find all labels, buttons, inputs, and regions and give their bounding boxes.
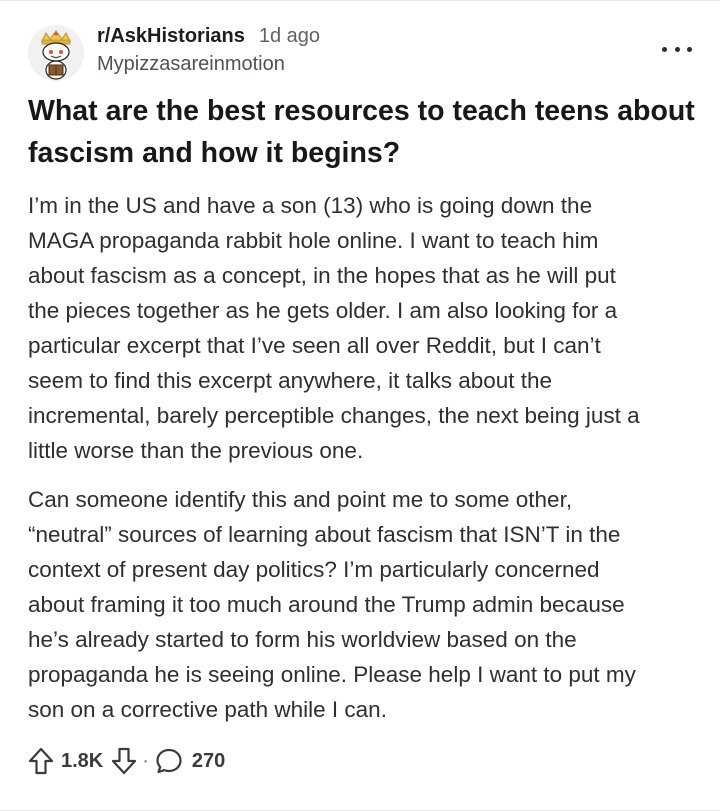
more-horizontal-icon xyxy=(662,46,667,52)
body-line: context of present day politics? I’m par… xyxy=(28,557,600,582)
comment-bubble-icon xyxy=(156,748,182,774)
comment-count: 270 xyxy=(191,749,226,772)
post-action-bar: 1.8K · 270 xyxy=(28,743,225,779)
post-card: r/AskHistorians 1d ago Mypizzasareinmoti… xyxy=(0,0,720,811)
body-line: incremental, barely perceptible changes,… xyxy=(28,403,640,428)
body-line: he’s already started to form his worldvi… xyxy=(28,627,577,652)
action-separator: · xyxy=(142,749,149,772)
subreddit-name[interactable]: r/AskHistorians xyxy=(97,25,245,48)
post-body-paragraph-1: I’m in the US and have a son (13) who is… xyxy=(28,188,698,468)
upvote-count: 1.8K xyxy=(61,749,104,772)
more-horizontal-icon xyxy=(687,46,692,52)
body-line: the pieces together as he gets older. I … xyxy=(28,298,618,323)
post-title[interactable]: What are the best resources to teach tee… xyxy=(28,90,698,174)
body-line: propaganda he is seeing online. Please h… xyxy=(28,662,636,687)
more-options-button[interactable] xyxy=(662,41,692,57)
body-line: seem to find this excerpt anywhere, it t… xyxy=(28,368,553,393)
downvote-button[interactable] xyxy=(111,747,137,775)
post-body-paragraph-2: Can someone identify this and point me t… xyxy=(28,482,698,727)
body-line: about fascism as a concept, in the hopes… xyxy=(28,263,616,288)
subreddit-avatar[interactable] xyxy=(28,25,84,81)
body-line: about framing it too much around the Tru… xyxy=(28,592,625,617)
body-line: son on a corrective path while I can. xyxy=(28,697,387,722)
body-line: MAGA propaganda rabbit hole online. I wa… xyxy=(28,228,599,253)
body-line: I’m in the US and have a son (13) who is… xyxy=(28,193,593,218)
body-line: little worse than the previous one. xyxy=(28,438,364,463)
upvote-arrow-icon xyxy=(28,747,54,775)
body-line: Can someone identify this and point me t… xyxy=(28,487,573,512)
post-author[interactable]: Mypizzasareinmotion xyxy=(97,53,285,76)
comments-button[interactable]: 270 xyxy=(155,747,225,775)
snoo-crowned-icon xyxy=(28,25,84,81)
more-horizontal-icon xyxy=(674,46,680,52)
downvote-arrow-icon xyxy=(112,747,137,775)
body-line: “neutral” sources of learning about fasc… xyxy=(28,522,621,547)
upvote-button[interactable] xyxy=(28,747,54,775)
body-line: particular excerpt that I’ve seen all ov… xyxy=(28,333,601,358)
post-timestamp: 1d ago xyxy=(258,25,321,47)
post-meta-line: r/AskHistorians 1d ago xyxy=(97,25,320,51)
